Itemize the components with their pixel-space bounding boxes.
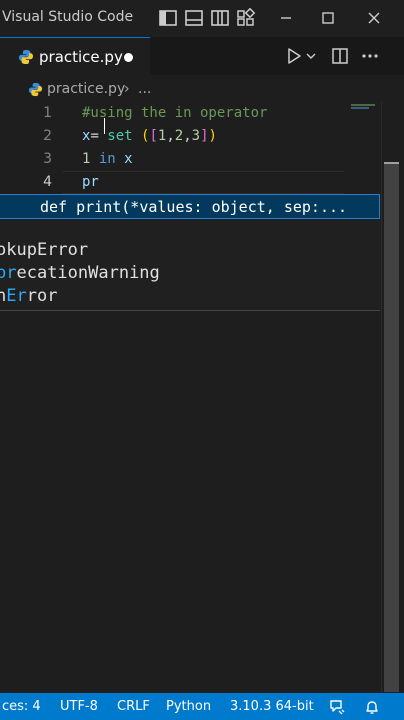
breadcrumb-symbols[interactable]: ... [138, 81, 151, 97]
python-file-icon [18, 49, 34, 65]
toggle-primary-sidebar-icon[interactable] [158, 8, 178, 28]
minimap-line [351, 104, 375, 106]
code-token: set [107, 128, 133, 144]
code-text: x= set ([1,2,3]) [82, 128, 217, 144]
line-number: 1 [43, 105, 52, 121]
line-number: 4 [43, 174, 52, 190]
suggest-item-label: okupError [0, 240, 89, 260]
code-text: #using the in operator [82, 105, 267, 121]
close-icon[interactable] [364, 8, 384, 28]
scrollbar-cursor-marker [384, 162, 399, 164]
unsaved-indicator-icon[interactable] [124, 53, 133, 62]
code-line[interactable]: 1 #using the in operator [0, 102, 380, 125]
code-token: 3 [191, 128, 201, 144]
status-interpreter[interactable]: 3.10.3 64-bit [230, 699, 314, 714]
customize-layout-icon[interactable] [236, 8, 256, 28]
minimap-line [351, 107, 369, 109]
tab-practice-py[interactable]: practice.py [0, 37, 150, 75]
suggest-item-label: precationWarning [0, 263, 160, 283]
suggest-match-highlight: pr [0, 263, 17, 283]
status-indentation[interactable]: ces: 4 [2, 699, 41, 714]
split-editor-icon[interactable] [330, 46, 350, 66]
signature-help-popup[interactable]: def print(*values: object, sep:... [0, 194, 380, 219]
code-editor[interactable]: 1 #using the in operator 2 x= set ([1,2,3])… [0, 102, 380, 692]
line-number: 3 [43, 151, 52, 167]
code-token: , [183, 128, 192, 144]
line-number: 2 [43, 128, 52, 144]
scrollbar-thumb[interactable] [384, 162, 399, 692]
run-dropdown-chevron-icon[interactable] [304, 46, 318, 66]
tab-label: practice.py [39, 48, 123, 66]
code-text: 1 in x [82, 151, 133, 167]
text-cursor [104, 118, 105, 134]
notifications-bell-icon[interactable] [363, 698, 381, 716]
breadcrumb-separator: › [124, 81, 130, 97]
title-bar: Visual Studio Code [0, 0, 404, 37]
toggle-secondary-sidebar-icon[interactable] [210, 8, 230, 28]
window-title: Visual Studio Code [2, 9, 134, 25]
suggest-match-highlight: Er [6, 286, 27, 306]
suggest-widget[interactable]: okupError precationWarning nError [0, 219, 380, 311]
breadcrumb: practice.py › ... [0, 78, 404, 102]
breadcrumb-python-file-icon [28, 82, 43, 97]
breadcrumb-file[interactable]: practice.py [47, 81, 125, 97]
code-token: ] [200, 128, 209, 144]
suggest-item[interactable]: precationWarning [0, 262, 380, 285]
code-line[interactable]: 2 x= set ([1,2,3]) [0, 125, 380, 148]
code-text: pr [82, 174, 99, 190]
status-eol[interactable]: CRLF [117, 699, 150, 714]
more-actions-icon[interactable] [360, 46, 380, 66]
run-python-file-icon[interactable] [284, 46, 304, 66]
status-encoding[interactable]: UTF-8 [60, 699, 98, 714]
status-bar: ces: 4 UTF-8 CRLF Python 3.10.3 64-bit [0, 693, 404, 720]
code-token: pr [82, 174, 99, 190]
status-language[interactable]: Python [166, 699, 211, 714]
code-line[interactable]: 4 pr [0, 171, 380, 194]
code-token: #using the in operator [82, 105, 268, 121]
minimize-icon[interactable] [276, 8, 296, 28]
suggest-item[interactable]: nError [0, 285, 380, 308]
code-token: 2 [174, 128, 184, 144]
suggest-item[interactable]: okupError [0, 239, 380, 262]
code-token: in [98, 151, 116, 167]
maximize-icon[interactable] [318, 8, 338, 28]
signature-text: def print(*values: object, sep:... [40, 198, 348, 216]
code-line[interactable]: 3 1 in x [0, 148, 380, 171]
code-token: , [166, 128, 175, 144]
toggle-panel-icon[interactable] [184, 8, 204, 28]
code-token: ) [208, 128, 217, 144]
suggest-item-label: nError [0, 286, 58, 306]
editor-vertical-scrollbar[interactable] [381, 102, 404, 692]
code-token: x [124, 151, 133, 167]
code-token: [ [149, 128, 158, 144]
feedback-icon[interactable] [328, 698, 346, 716]
